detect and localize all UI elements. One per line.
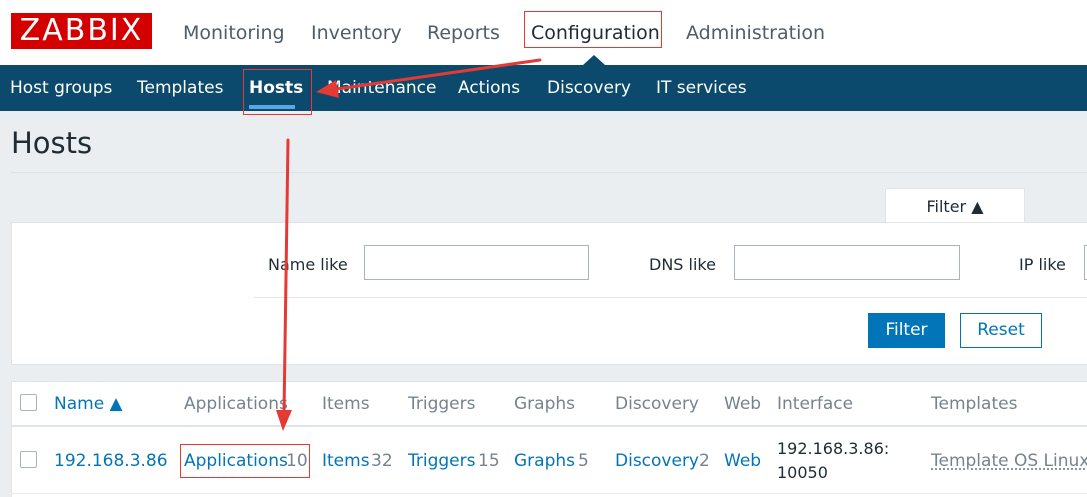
zabbix-logo[interactable]: ZABBIX	[11, 13, 152, 49]
template-link[interactable]: Template OS Linux	[931, 451, 1087, 471]
title-divider	[11, 172, 1087, 173]
column-header-graphs: Graphs	[514, 394, 576, 414]
subnav-actions[interactable]: Actions	[458, 75, 520, 101]
column-header-templates: Templates	[931, 394, 1018, 414]
column-header-items: Items	[322, 394, 370, 414]
interface-port: 10050	[777, 463, 828, 482]
graphs-count: 5	[578, 451, 589, 471]
select-all-checkbox[interactable]	[20, 394, 37, 411]
discovery-link[interactable]: Discovery	[615, 451, 699, 471]
nav-reports[interactable]: Reports	[427, 18, 500, 48]
dns-like-label: DNS like	[649, 255, 716, 274]
subnav-host-groups[interactable]: Host groups	[10, 75, 112, 101]
discovery-count: 2	[699, 451, 710, 471]
interface-address: 192.168.3.86:	[777, 439, 890, 458]
ip-like-label: IP like	[1019, 255, 1066, 274]
column-header-applications: Applications	[184, 394, 288, 414]
table-header-divider	[11, 425, 1087, 427]
filter-divider	[254, 297, 1087, 298]
filter-reset-button[interactable]: Reset	[960, 313, 1042, 348]
applications-highlight-box	[180, 444, 310, 478]
row-divider	[11, 493, 1087, 494]
web-link[interactable]: Web	[724, 451, 761, 471]
column-header-name[interactable]: Name ▲	[54, 394, 123, 414]
name-like-input[interactable]	[364, 245, 589, 280]
host-name-link[interactable]: 192.168.3.86	[54, 451, 168, 471]
nav-inventory[interactable]: Inventory	[311, 18, 402, 48]
filter-apply-button[interactable]: Filter	[868, 313, 945, 348]
subnav-it-services[interactable]: IT services	[656, 75, 747, 101]
hosts-highlight-box	[243, 69, 312, 115]
filter-tab[interactable]: Filter ▲	[885, 188, 1025, 223]
sub-navigation: Host groups Templates Hosts Maintenance …	[0, 65, 1087, 111]
subnav-discovery[interactable]: Discovery	[547, 75, 631, 101]
subnav-templates[interactable]: Templates	[137, 75, 223, 101]
dns-like-input[interactable]	[734, 245, 960, 280]
interface-value: 192.168.3.86: 10050	[777, 437, 889, 485]
graphs-link[interactable]: Graphs	[514, 451, 575, 471]
items-count: 32	[371, 451, 393, 471]
selected-nav-caret	[583, 55, 605, 65]
column-header-interface: Interface	[777, 394, 854, 414]
row-checkbox[interactable]	[20, 451, 37, 468]
column-header-triggers: Triggers	[408, 394, 476, 414]
name-like-label: Name like	[268, 255, 348, 274]
triggers-link[interactable]: Triggers	[408, 451, 476, 471]
page-title: Hosts	[11, 126, 93, 160]
configuration-highlight-box	[524, 11, 662, 48]
column-header-discovery: Discovery	[615, 394, 699, 414]
column-header-web: Web	[724, 394, 762, 414]
nav-administration[interactable]: Administration	[686, 18, 825, 48]
zabbix-page: ZABBIX Monitoring Inventory Reports Conf…	[0, 0, 1087, 497]
items-link[interactable]: Items	[322, 451, 370, 471]
nav-monitoring[interactable]: Monitoring	[183, 18, 285, 48]
subnav-maintenance[interactable]: Maintenance	[327, 75, 436, 101]
triggers-count: 15	[478, 451, 500, 471]
